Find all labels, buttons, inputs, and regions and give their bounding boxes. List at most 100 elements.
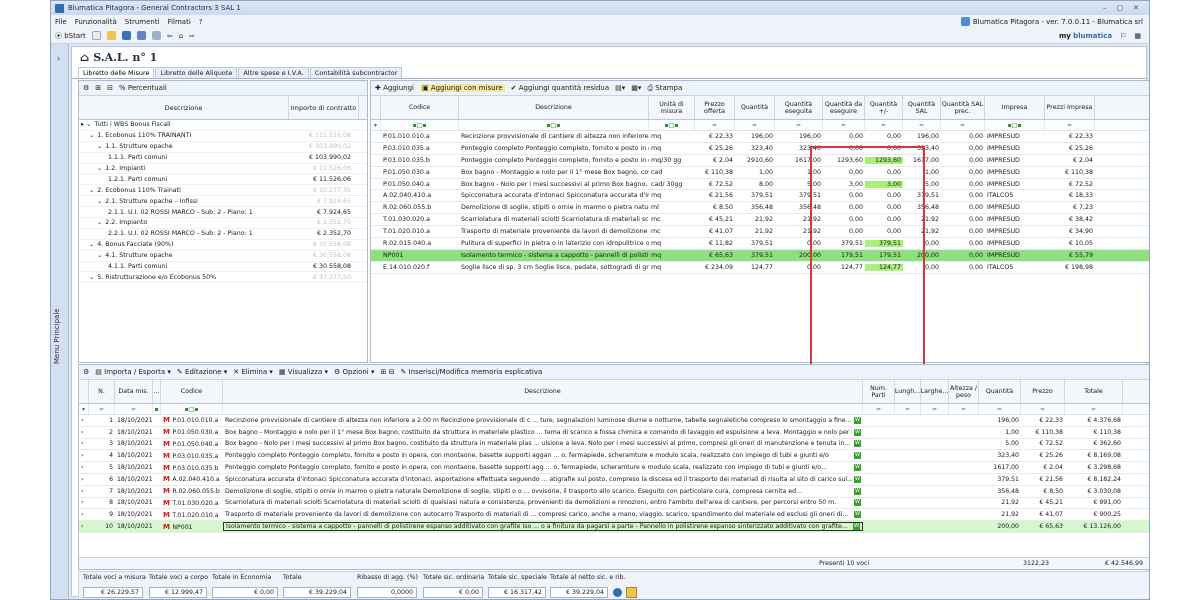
wbs-expand-icon[interactable] — [79, 263, 105, 270]
col-importo[interactable]: Importo di contratto — [289, 96, 359, 119]
misure-icon[interactable]: ⚙ — [83, 368, 89, 376]
col-n[interactable]: N. — [89, 380, 115, 403]
misura-row[interactable]: › 10 18/10/2021 M NP001 Isolamento termico -… — [79, 521, 1149, 533]
wbs-expand-icon[interactable] — [79, 230, 105, 237]
export-icon[interactable]: ▦▾ — [631, 84, 641, 92]
row-expand-icon[interactable]: › — [79, 511, 89, 518]
row-expand-icon[interactable]: › — [79, 417, 89, 424]
voce-row[interactable]: R.02.015.040.a Pulitura di superfici in p… — [371, 238, 1149, 250]
wbs-expand-icon[interactable]: ⌄ — [79, 252, 102, 259]
wbs-expand-icon[interactable] — [79, 154, 105, 161]
wbs-row[interactable]: ⌄ 5. Ristrutturazione e/o Ecobonus 50% € 3… — [79, 272, 367, 284]
col-descrizione[interactable]: Descrizione — [79, 96, 289, 119]
print-icon[interactable] — [151, 31, 161, 40]
wbs-row[interactable]: ⌄ 1.1. Strutture opache € 103.990,02 — [79, 142, 367, 153]
wbs-expand-icon[interactable]: ⌄ — [79, 165, 102, 172]
col-q-sal[interactable]: Quantità SAL — [903, 96, 941, 119]
minimize-icon[interactable]: – — [1103, 4, 1107, 12]
row-expand-icon[interactable]: › — [79, 452, 89, 459]
voce-row[interactable]: P.03.010.035.b Ponteggio completo Pontegg… — [371, 155, 1149, 167]
row-expand-icon[interactable]: › — [79, 440, 89, 447]
row-expand-icon[interactable]: › — [79, 429, 89, 436]
misura-row[interactable]: › 9 18/10/2021 M T.01.020.010.a Trasporto di… — [79, 509, 1149, 522]
w-icon[interactable]: W — [854, 440, 861, 448]
restore-icon[interactable]: ▢ — [1117, 4, 1124, 12]
home-icon[interactable]: ⌂ — [179, 32, 183, 40]
expand-arrow-icon[interactable]: › — [57, 54, 60, 63]
w-icon[interactable]: W — [854, 452, 861, 460]
delete-button[interactable]: ✕ Elimina ▾ — [233, 368, 273, 376]
tab-libretto-misure[interactable]: Libretto delle Misure — [78, 67, 155, 78]
voce-row[interactable]: A.02.040.410.a Spicconatura accurata d'in… — [371, 190, 1149, 203]
col-quantita[interactable]: Quantità — [735, 96, 775, 119]
view-icon[interactable]: ▤▾ — [615, 84, 625, 92]
col-lunghezza[interactable]: Lungh... — [895, 380, 921, 403]
misura-row[interactable]: › 5 18/10/2021 M P.03.010.035.b Ponteggio co… — [79, 462, 1149, 474]
wbs-row[interactable]: ⌄ 2.2. Impianto € 2.352,70 — [79, 218, 367, 229]
misura-row[interactable]: › 4 18/10/2021 M P.03.010.035.a Ponteggio co… — [79, 450, 1149, 463]
col-prezzo[interactable]: Prezzo — [1021, 380, 1065, 403]
myblumatica-link[interactable]: my blumatica — [1059, 32, 1112, 40]
wbs-row[interactable]: 1.2.1. Parti comuni € 11.526,06 — [79, 174, 367, 186]
col-totale[interactable]: Totale — [1065, 380, 1123, 403]
col-num-parti[interactable]: Num. Parti — [863, 380, 895, 403]
menu-funzionalita[interactable]: Funzionalità — [75, 18, 117, 26]
w-icon[interactable]: W — [853, 523, 860, 531]
wbs-expand-icon[interactable]: ⌄ — [79, 241, 94, 248]
add-residual-button[interactable]: ✔ Aggiungi quantità residua — [511, 84, 610, 92]
save-icon[interactable] — [121, 31, 131, 40]
wbs-expand-icon[interactable]: ▸ ⌄ — [79, 121, 91, 128]
tree-icon[interactable]: ⚙ — [83, 84, 89, 92]
tab-altre-spese[interactable]: Altre spese e I.V.A. — [238, 67, 309, 78]
col-prezzo[interactable]: Prezzo offerta — [695, 96, 735, 119]
tab-libretto-aliquote[interactable]: Libretto delle Aliquote — [155, 67, 238, 78]
wbs-row[interactable]: 1.1.1. Parti comuni € 103.990,02 — [79, 153, 367, 164]
voce-row[interactable]: P.01.050.040.a Box bagno - Nolo per i mes… — [371, 179, 1149, 191]
menu-strumenti[interactable]: Strumenti — [125, 18, 160, 26]
misura-row[interactable]: › 3 18/10/2021 M P.01.050.040.a Box bagno - … — [79, 439, 1149, 451]
col-data[interactable]: Data mis. — [115, 380, 153, 403]
row-expand-icon[interactable]: › — [79, 476, 89, 483]
open-icon[interactable] — [106, 31, 116, 40]
col-codice[interactable]: Codice — [161, 380, 223, 403]
wbs-row[interactable]: ⌄ 1.2. Impianti € 11.526,06 — [79, 164, 367, 175]
voce-row[interactable]: P.03.010.035.a Ponteggio completo Pontegg… — [371, 143, 1149, 155]
menu-file[interactable]: File — [55, 18, 67, 26]
tab-contabilita-sub[interactable]: Contabilità subcontractor — [309, 67, 403, 78]
view-button[interactable]: ▦ Visualizza ▾ — [279, 368, 328, 376]
wbs-row[interactable]: ▸ ⌄ Tutti i WBS Bonus Fiscali — [79, 120, 367, 131]
wbs-expand-icon[interactable]: ⌄ — [79, 274, 94, 281]
options-button[interactable]: ⚙ Opzioni ▾ — [334, 368, 375, 376]
wbs-row[interactable]: ⌄ 1. Ecobonus 110% TRAINANTI € 115.516,08 — [79, 131, 367, 142]
row-expand-icon[interactable]: › — [79, 488, 89, 495]
main-menu-sidebar[interactable]: › Menu Principale — [51, 44, 69, 599]
col-descrizione[interactable]: Descrizione — [223, 380, 863, 403]
w-icon[interactable]: W — [854, 487, 861, 495]
collapse-all-icon[interactable]: ⊟ — [107, 84, 113, 92]
wbs-row[interactable]: ⌄ 2. Ecobonus 110% Trainati € 10.277,35 — [79, 185, 367, 197]
memo-button[interactable]: ✎ Inserisci/Modifica memoria esplicativa — [400, 368, 542, 376]
wbs-expand-icon[interactable]: ⌄ — [79, 143, 102, 150]
col-impresa[interactable]: Impresa — [985, 96, 1045, 119]
add-button[interactable]: ✚ Aggiungi — [375, 84, 414, 92]
misura-row[interactable]: › 8 18/10/2021 M T.01.030.020.a Scarriolatur… — [79, 498, 1149, 510]
misura-row[interactable]: › 2 18/10/2021 M P.01.050.030.a Box bagno - … — [79, 427, 1149, 439]
percent-button[interactable]: % Percentuali — [119, 84, 167, 92]
grid-icon[interactable]: ▦ — [1134, 32, 1141, 40]
col-quantita[interactable]: Quantità — [979, 380, 1021, 403]
col-q-pm[interactable]: Quantità +/- — [865, 96, 903, 119]
col-q-sal-prec[interactable]: Quantità SAL prec. — [941, 96, 985, 119]
save-all-icon[interactable] — [136, 31, 146, 40]
wbs-row[interactable]: 4.1.1. Parti comuni € 30.558,08 — [79, 262, 367, 273]
refresh-icon[interactable] — [626, 587, 637, 598]
row-expand-icon[interactable]: › — [79, 523, 89, 530]
misura-row[interactable]: › 7 18/10/2021 M R.02.060.055.b Demolizione … — [79, 486, 1149, 498]
voce-row[interactable]: E.14.010.020.f Soglie lisce di sp. 3 cm S… — [371, 262, 1149, 274]
value-ribasso[interactable]: 0,0000 — [357, 587, 417, 598]
add-with-measures-button[interactable]: ▣ Aggiungi con misure — [419, 84, 505, 92]
wbs-expand-icon[interactable]: ⌄ — [79, 187, 94, 194]
close-icon[interactable]: ✕ — [1133, 4, 1139, 12]
w-icon[interactable]: W — [854, 511, 861, 519]
col-larghezza[interactable]: Larghe... — [921, 380, 949, 403]
wbs-expand-icon[interactable]: ⌄ — [79, 198, 102, 205]
